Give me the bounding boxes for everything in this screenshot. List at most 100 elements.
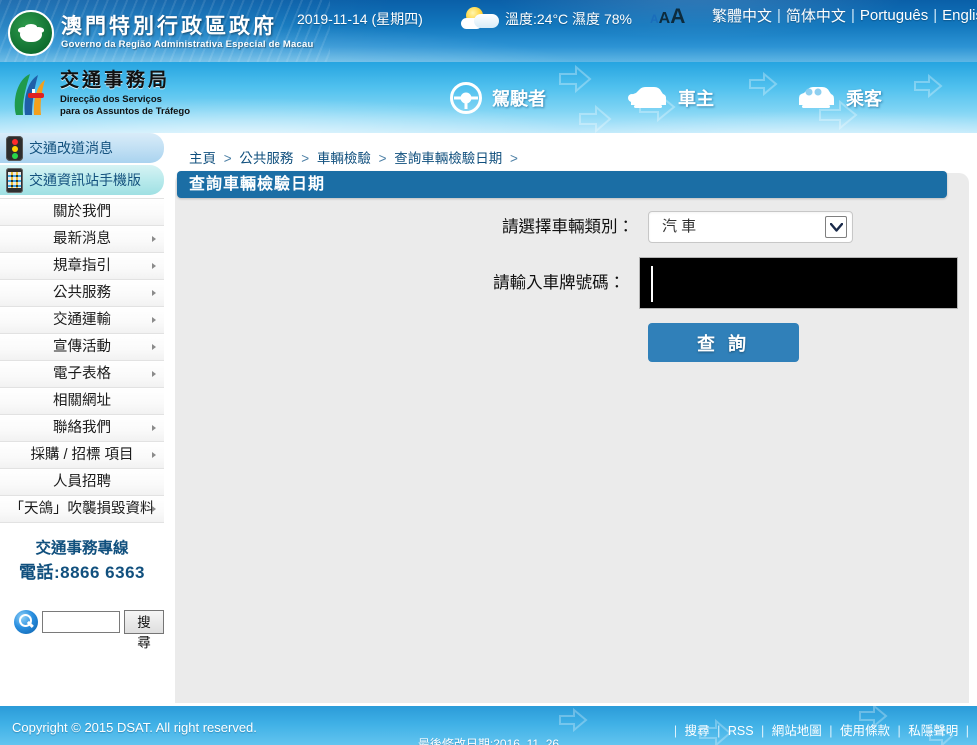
sidebar-item-contact-us[interactable]: 聯絡我們 <box>0 415 164 442</box>
breadcrumb-item-public-services[interactable]: 公共服務 <box>239 151 293 166</box>
sidebar-menu: 關於我們 最新消息 規章指引 公共服務 交通運輸 宣傳活動 電子表格 相關網址 … <box>0 198 164 523</box>
page-title: 查詢車輛檢驗日期 <box>177 171 947 198</box>
chevron-right-icon <box>152 371 156 377</box>
dsat-name: 交通事務局 Direcção dos Serviços para os Assu… <box>60 71 190 118</box>
chevron-right-icon <box>152 236 156 242</box>
sidebar-item-e-forms[interactable]: 電子表格 <box>0 361 164 388</box>
font-size-large-button[interactable]: A <box>670 5 685 29</box>
vehicle-type-select-wrapper: 汽 車 <box>648 211 853 243</box>
sidebar-item-about-us[interactable]: 關於我們 <box>0 199 164 226</box>
dsat-name-portuguese-line2: para os Assuntos de Tráfego <box>60 106 190 118</box>
breadcrumb-item-inspection-date-query[interactable]: 查詢車輛檢驗日期 <box>394 151 502 166</box>
sidebar-item-label: 人員招聘 <box>53 474 111 490</box>
dsat-logo[interactable]: 交通事務局 Direcção dos Serviços para os Assu… <box>10 71 190 118</box>
vehicle-type-label: 請選擇車輛類別： <box>164 211 648 243</box>
search-button[interactable]: 搜尋 <box>124 610 164 634</box>
left-sidebar: 交通改道消息 交通資訊站手機版 關於我們 最新消息 規章指引 公共服務 交通運輸… <box>0 133 164 706</box>
sidebar-item-label: 電子表格 <box>53 366 111 382</box>
language-link-traditional-chinese[interactable]: 繁體中文 <box>707 5 777 26</box>
sidebar-item-label: 宣傳活動 <box>53 339 111 355</box>
sidebar-item-traffic-diversion-news-label: 交通改道消息 <box>29 138 113 158</box>
sidebar-item-label: 公共服務 <box>53 285 111 301</box>
dsat-name-portuguese-line1: Direcção dos Serviços <box>60 94 190 106</box>
traffic-hotline: 交通事務專線 電話:8866 6363 <box>0 537 164 586</box>
sidebar-item-label: 相關網址 <box>53 393 111 409</box>
search-input[interactable] <box>42 611 120 633</box>
sun-cloud-icon <box>460 6 500 32</box>
inspection-query-form: 請選擇車輛類別： 汽 車 請輸入車牌號碼： 查 詢 <box>164 211 958 362</box>
nav-item-drivers[interactable]: 駕駛者 <box>450 82 546 114</box>
sidebar-item-label: 聯絡我們 <box>53 420 111 436</box>
sidebar-item-public-services[interactable]: 公共服務 <box>0 280 164 307</box>
nav-item-vehicle-owners-label: 車主 <box>678 85 714 111</box>
breadcrumb-item-vehicle-inspection[interactable]: 車輛檢驗 <box>317 151 371 166</box>
sidebar-item-latest-news[interactable]: 最新消息 <box>0 226 164 253</box>
main-content: 主頁 > 公共服務 > 車輛檢驗 > 查詢車輛檢驗日期 > 查詢車輛檢驗日期 請… <box>164 133 977 706</box>
chevron-right-icon <box>152 506 156 512</box>
sidebar-item-label: 「天鴿」吹襲損毀資料 <box>10 501 155 517</box>
nav-item-passengers-label: 乘客 <box>846 85 882 111</box>
form-row-plate-number: 請輸入車牌號碼： <box>164 257 958 309</box>
page-root: 澳門特別行政區政府 Governo da Região Administrati… <box>0 0 977 745</box>
nav-item-passengers[interactable]: 乘客 <box>794 85 882 111</box>
plate-number-input[interactable] <box>639 257 958 309</box>
sidebar-item-transport[interactable]: 交通運輸 <box>0 307 164 334</box>
font-size-medium-button[interactable]: A <box>659 10 671 28</box>
weather-widget: 溫度:24°C 濕度 78% <box>460 6 632 32</box>
chevron-right-icon <box>152 425 156 431</box>
hotline-phone: 電話:8866 6363 <box>0 560 164 586</box>
car-passengers-icon <box>794 85 836 111</box>
chevron-right-icon <box>152 263 156 269</box>
breadcrumb: 主頁 > 公共服務 > 車輛檢驗 > 查詢車輛檢驗日期 > <box>189 147 522 167</box>
breadcrumb-separator: > <box>220 151 236 166</box>
nav-item-vehicle-owners[interactable]: 車主 <box>626 85 714 111</box>
last-modified-date: 最後修改日期:2016_11_26 <box>0 735 977 745</box>
font-size-small-button[interactable]: A <box>650 12 659 26</box>
top-header-bar: 澳門特別行政區政府 Governo da Região Administrati… <box>0 0 977 62</box>
main-navigation-bar: 交通事務局 Direcção dos Serviços para os Assu… <box>0 62 977 133</box>
sidebar-item-typhoon-hato-damage[interactable]: 「天鴿」吹襲損毀資料 <box>0 496 164 523</box>
language-link-portuguese[interactable]: Português <box>855 7 933 24</box>
government-name-portuguese: Governo da Região Administrativa Especia… <box>61 40 314 50</box>
chevron-right-icon <box>152 317 156 323</box>
traffic-light-icon <box>6 136 23 161</box>
language-link-simplified-chinese[interactable]: 简体中文 <box>781 5 851 26</box>
language-link-english[interactable]: English <box>937 7 977 24</box>
car-icon <box>626 85 668 111</box>
query-button[interactable]: 查 詢 <box>648 323 799 362</box>
search-icon[interactable] <box>14 610 38 634</box>
sidebar-item-traffic-diversion-news[interactable]: 交通改道消息 <box>0 133 164 163</box>
sidebar-item-label: 最新消息 <box>53 231 111 247</box>
audience-nav-items: 駕駛者 車主 乘客 <box>450 62 882 133</box>
mobile-phone-icon <box>6 168 23 193</box>
chevron-right-icon <box>152 344 156 350</box>
dsat-name-chinese: 交通事務局 <box>60 71 190 92</box>
breadcrumb-separator: > <box>375 151 391 166</box>
sidebar-item-mobile-traffic-info[interactable]: 交通資訊站手機版 <box>0 165 164 195</box>
sidebar-highlights: 交通改道消息 交通資訊站手機版 <box>0 133 164 195</box>
sidebar-search: 搜尋 <box>0 610 164 634</box>
chevron-down-icon[interactable] <box>825 216 847 238</box>
breadcrumb-item-home[interactable]: 主頁 <box>189 151 216 166</box>
sidebar-item-label: 採購 / 招標 項目 <box>30 447 133 463</box>
sidebar-item-regulations[interactable]: 規章指引 <box>0 253 164 280</box>
sidebar-item-related-links[interactable]: 相關網址 <box>0 388 164 415</box>
dsat-emblem-icon <box>10 71 52 117</box>
sidebar-item-procurement-tender[interactable]: 採購 / 招標 項目 <box>0 442 164 469</box>
plate-number-label: 請輸入車牌號碼： <box>164 257 639 309</box>
page-body: 交通改道消息 交通資訊站手機版 關於我們 最新消息 規章指引 公共服務 交通運輸… <box>0 133 977 706</box>
nav-item-drivers-label: 駕駛者 <box>492 85 546 111</box>
font-size-controls[interactable]: A A A <box>650 5 685 29</box>
vehicle-type-select[interactable]: 汽 車 <box>648 211 853 243</box>
macau-government-logo[interactable]: 澳門特別行政區政府 Governo da Região Administrati… <box>8 10 314 56</box>
sidebar-item-campaigns[interactable]: 宣傳活動 <box>0 334 164 361</box>
sidebar-item-label: 規章指引 <box>53 258 111 274</box>
sidebar-item-label: 關於我們 <box>53 204 111 220</box>
sidebar-item-recruitment[interactable]: 人員招聘 <box>0 469 164 496</box>
language-switcher[interactable]: 繁體中文 | 简体中文 | Português | English <box>707 5 977 26</box>
weather-text: 溫度:24°C 濕度 78% <box>505 9 632 29</box>
current-date: 2019-11-14 (星期四) <box>297 9 423 29</box>
hotline-title: 交通事務專線 <box>0 537 164 560</box>
text-cursor <box>651 266 653 302</box>
government-name: 澳門特別行政區政府 Governo da Região Administrati… <box>61 16 314 50</box>
